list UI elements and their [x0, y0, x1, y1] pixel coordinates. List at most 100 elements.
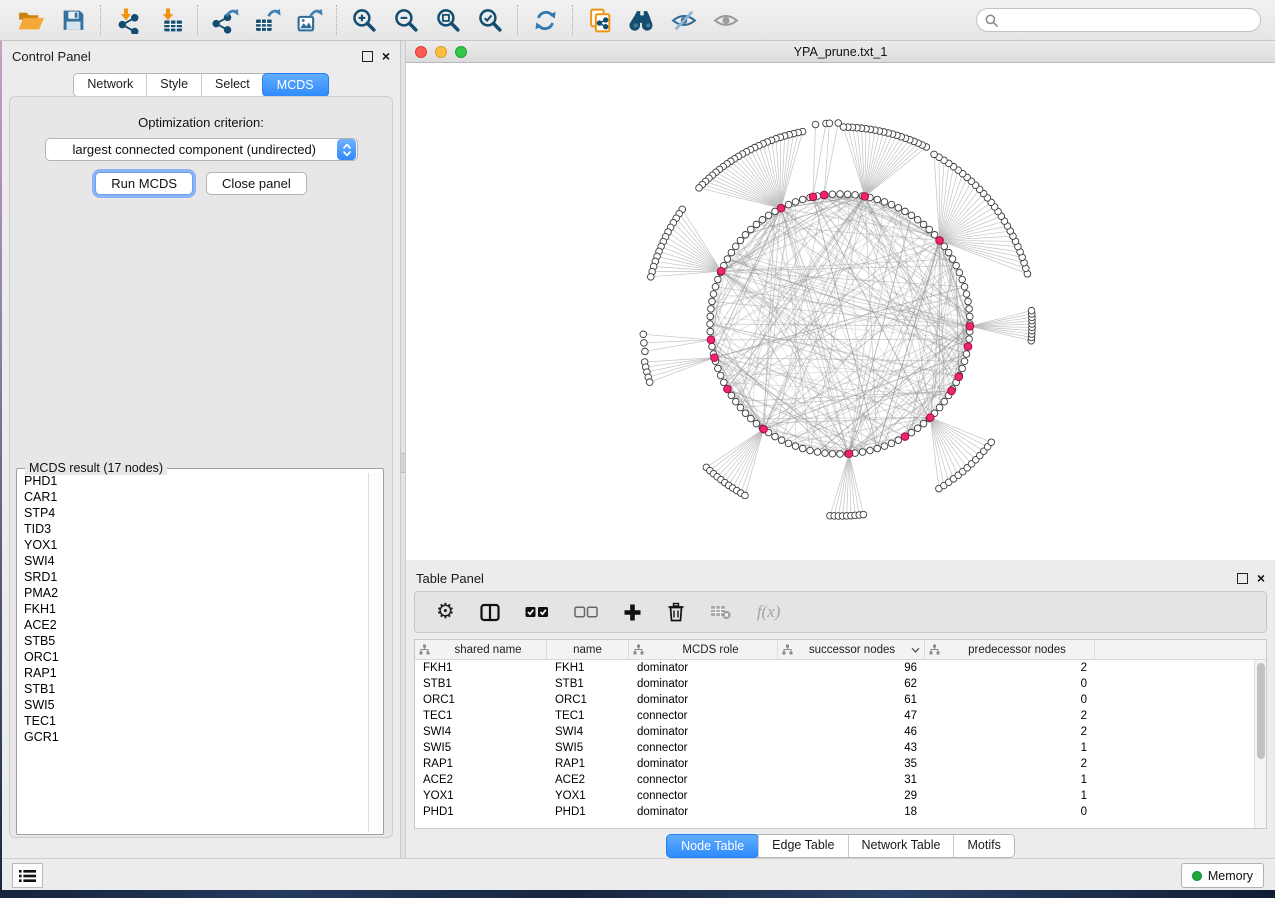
toolbar-group: [573, 5, 753, 35]
table-tab-edge-table[interactable]: Edge Table: [758, 835, 847, 857]
node-table-header: shared namenameMCDS rolesuccessor nodesp…: [415, 640, 1266, 660]
result-node-item[interactable]: STB5: [24, 633, 368, 649]
network-graph[interactable]: [406, 63, 1275, 560]
zoom-in-icon[interactable]: [349, 5, 379, 35]
tab-network[interactable]: Network: [74, 74, 146, 96]
close-panel-button[interactable]: Close panel: [206, 172, 307, 195]
column-header-MCDS-role[interactable]: MCDS role: [629, 640, 778, 659]
result-node-item[interactable]: ORC1: [24, 649, 368, 665]
result-node-item[interactable]: CAR1: [24, 489, 368, 505]
zoom-selected-icon[interactable]: [475, 5, 505, 35]
table-tab-motifs[interactable]: Motifs: [953, 835, 1013, 857]
result-node-item[interactable]: FKH1: [24, 601, 368, 617]
tab-style[interactable]: Style: [146, 74, 201, 96]
table-row[interactable]: SWI4SWI4dominator462: [415, 724, 1266, 740]
float-table-panel-icon[interactable]: [1237, 573, 1248, 584]
table-row[interactable]: YOX1YOX1connector291: [415, 788, 1266, 804]
result-node-item[interactable]: SWI5: [24, 697, 368, 713]
column-header-shared-name[interactable]: shared name: [415, 640, 547, 659]
table-row[interactable]: STB1STB1dominator620: [415, 676, 1266, 692]
hide-selected-icon[interactable]: [669, 5, 699, 35]
export-table-icon[interactable]: [252, 5, 282, 35]
result-node-item[interactable]: TEC1: [24, 713, 368, 729]
close-panel-icon[interactable]: ×: [382, 51, 390, 61]
mcds-result-scrollbar[interactable]: [368, 473, 381, 832]
result-node-item[interactable]: YOX1: [24, 537, 368, 553]
result-node-item[interactable]: RAP1: [24, 665, 368, 681]
table-tab-node-table[interactable]: Node Table: [666, 834, 759, 858]
table-row[interactable]: PHD1PHD1dominator180: [415, 804, 1266, 820]
result-node-item[interactable]: STP4: [24, 505, 368, 521]
deselect-all-icon[interactable]: [574, 606, 598, 618]
table-cell: 31: [778, 774, 925, 786]
memory-button[interactable]: Memory: [1181, 863, 1264, 888]
mcds-result-list[interactable]: PHD1CAR1STP4TID3YOX1SWI4SRD1PMA2FKH1ACE2…: [19, 473, 368, 832]
column-header-predecessor-nodes[interactable]: predecessor nodes: [925, 640, 1095, 659]
table-row[interactable]: TEC1TEC1connector472: [415, 708, 1266, 724]
table-cell: connector: [629, 710, 778, 722]
import-network-icon[interactable]: [113, 5, 143, 35]
table-cell: SWI4: [547, 726, 629, 738]
float-panel-icon[interactable]: [362, 51, 373, 62]
zoom-fit-icon[interactable]: [433, 5, 463, 35]
search-box[interactable]: [976, 8, 1261, 32]
table-cell: ORC1: [547, 694, 629, 706]
zoom-out-icon[interactable]: [391, 5, 421, 35]
table-scrollbar[interactable]: [1254, 660, 1266, 828]
table-settings-icon[interactable]: ⚙: [436, 602, 455, 622]
table-cell: 29: [778, 790, 925, 802]
add-column-icon[interactable]: [623, 603, 642, 622]
split-panel-icon[interactable]: [480, 603, 500, 622]
splitter-grip[interactable]: [401, 453, 405, 473]
table-panel: Table Panel × ⚙f(x) shared namenameMCDS …: [406, 563, 1275, 858]
search-network-icon[interactable]: [627, 5, 657, 35]
control-panel-title: Control Panel: [12, 49, 91, 64]
table-toolbar: ⚙ f(x): [414, 591, 1267, 633]
result-node-item[interactable]: TID3: [24, 521, 368, 537]
table-scrollbar-thumb[interactable]: [1257, 663, 1265, 759]
table-tab-group: Node TableEdge TableNetwork TableMotifs: [666, 834, 1015, 858]
table-row[interactable]: ORC1ORC1dominator610: [415, 692, 1266, 708]
network-canvas[interactable]: [406, 63, 1275, 560]
table-cell: 61: [778, 694, 925, 706]
run-mcds-button[interactable]: Run MCDS: [95, 172, 193, 195]
table-cell: 2: [925, 758, 1095, 770]
tab-mcds[interactable]: MCDS: [262, 73, 329, 97]
result-node-item[interactable]: PMA2: [24, 585, 368, 601]
result-node-item[interactable]: PHD1: [24, 473, 368, 489]
table-row[interactable]: FKH1FKH1dominator962: [415, 660, 1266, 676]
function-builder-icon: f(x): [757, 602, 781, 622]
select-all-icon[interactable]: [525, 606, 549, 618]
result-node-item[interactable]: STB1: [24, 681, 368, 697]
table-tab-network-table[interactable]: Network Table: [848, 835, 954, 857]
table-cell: ACE2: [547, 774, 629, 786]
export-network-icon[interactable]: [210, 5, 240, 35]
column-header-name[interactable]: name: [547, 640, 629, 659]
table-row[interactable]: RAP1RAP1dominator352: [415, 756, 1266, 772]
table-tabs: Node TableEdge TableNetwork TableMotifs: [406, 834, 1275, 858]
import-table-icon[interactable]: [155, 5, 185, 35]
result-node-item[interactable]: ACE2: [24, 617, 368, 633]
table-cell: 0: [925, 678, 1095, 690]
memory-label: Memory: [1208, 869, 1253, 883]
toolbar-group: [101, 5, 197, 35]
tab-select[interactable]: Select: [201, 74, 263, 96]
refresh-icon[interactable]: [530, 5, 560, 35]
close-table-panel-icon[interactable]: ×: [1257, 573, 1265, 583]
result-node-item[interactable]: SWI4: [24, 553, 368, 569]
result-node-item[interactable]: GCR1: [24, 729, 368, 745]
column-header-successor-nodes[interactable]: successor nodes: [778, 640, 925, 659]
table-cell: FKH1: [547, 662, 629, 674]
export-image-icon[interactable]: [294, 5, 324, 35]
result-node-item[interactable]: SRD1: [24, 569, 368, 585]
table-row[interactable]: SWI5SWI5connector431: [415, 740, 1266, 756]
open-file-icon[interactable]: [16, 5, 46, 35]
clone-network-icon[interactable]: [585, 5, 615, 35]
table-row[interactable]: ACE2ACE2connector311: [415, 772, 1266, 788]
search-input[interactable]: [1003, 12, 1252, 28]
save-session-icon[interactable]: [58, 5, 88, 35]
task-history-button[interactable]: [12, 863, 43, 888]
criterion-select[interactable]: largest connected component (undirected): [45, 138, 358, 161]
delete-column-icon[interactable]: [667, 602, 685, 622]
show-all-icon: [711, 5, 741, 35]
